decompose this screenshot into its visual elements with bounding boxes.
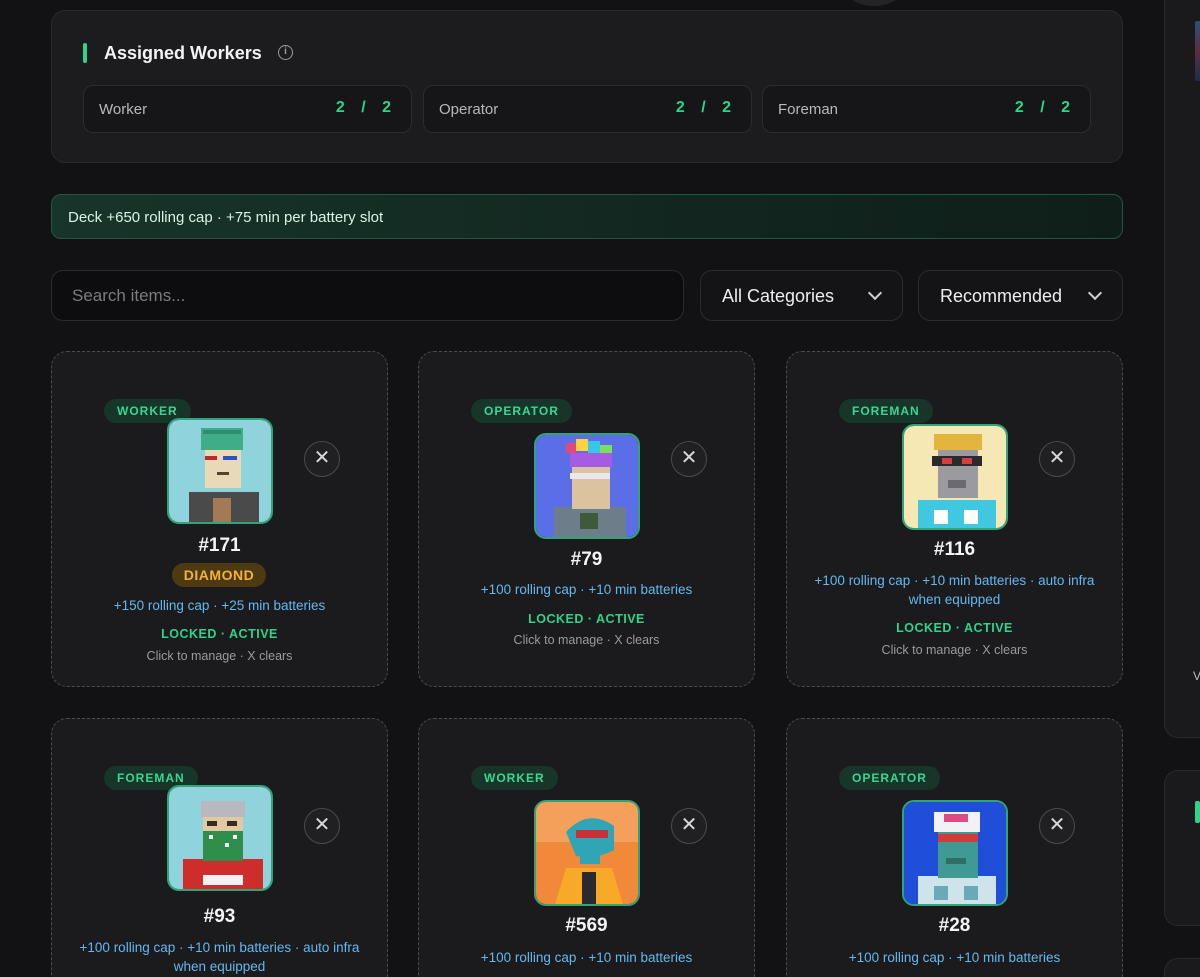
panel-title: Assigned Workers xyxy=(104,43,262,63)
card-status: LOCKED · ACTIVE xyxy=(161,627,278,641)
card-bonus: +100 rolling cap · +10 min batteries · a… xyxy=(814,573,1095,607)
card-hint: Click to manage · X clears xyxy=(146,649,293,663)
nft-avatar xyxy=(902,800,1008,906)
nft-avatar xyxy=(167,418,273,524)
role-name: Foreman xyxy=(778,101,839,118)
worker-card[interactable]: WORKER ✕ #171 DIAMOND +150 rolling cap ·… xyxy=(51,351,388,687)
role-badge: OPERATOR xyxy=(471,399,572,423)
nft-avatar xyxy=(534,800,640,906)
card-hint: Click to manage · X clears xyxy=(513,633,660,647)
card-status: LOCKED · ACTIVE xyxy=(528,612,645,626)
card-bonus: +150 rolling cap · +25 min batteries xyxy=(113,598,326,613)
profile-avatar-edge[interactable] xyxy=(842,0,906,6)
section-accent-bar xyxy=(83,43,87,63)
role-slot-foreman: Foreman 2 / 2 xyxy=(762,85,1091,133)
main-content: Assigned Workers i Worker 2 / 2 Operator… xyxy=(0,0,1160,977)
card-bonus: +100 rolling cap · +10 min batteries xyxy=(480,582,693,597)
role-badge: OPERATOR xyxy=(839,766,940,790)
role-count: 2 / 2 xyxy=(335,99,397,116)
role-badge: WORKER xyxy=(471,766,558,790)
card-id: #93 xyxy=(203,906,236,927)
close-icon[interactable]: ✕ xyxy=(304,441,340,477)
side-panel-image xyxy=(1195,21,1200,81)
card-id: #116 xyxy=(933,539,976,560)
card-id: #171 xyxy=(198,535,241,556)
deck-bonus-banner: Deck +650 rolling cap · +75 min per batt… xyxy=(51,194,1123,239)
role-badge: FOREMAN xyxy=(839,399,933,423)
category-dropdown[interactable]: All Categories xyxy=(700,270,903,321)
worker-card[interactable]: WORKER ✕ #569 +100 rolling cap · +10 min… xyxy=(418,718,755,977)
chevron-down-icon xyxy=(867,285,883,301)
dropdown-label: Recommended xyxy=(940,286,1063,306)
card-id: #79 xyxy=(570,549,603,570)
role-count: 2 / 2 xyxy=(1014,99,1076,116)
worker-card[interactable]: FOREMAN ✕ #116 +100 rolling cap · +10 mi… xyxy=(786,351,1123,687)
card-status: LOCKED · ACTIVE xyxy=(896,621,1013,635)
chevron-down-icon xyxy=(1087,285,1103,301)
worker-card[interactable]: FOREMAN ✕ #93 +100 rolling cap · +10 min… xyxy=(51,718,388,977)
worker-card[interactable]: OPERATOR ✕ #79 +100 rolling cap · +10 mi… xyxy=(418,351,755,687)
close-icon[interactable]: ✕ xyxy=(304,808,340,844)
info-icon[interactable]: i xyxy=(278,45,293,60)
sort-dropdown[interactable]: Recommended xyxy=(918,270,1123,321)
worker-card[interactable]: OPERATOR ✕ #28 +100 rolling cap · +10 mi… xyxy=(786,718,1123,977)
close-icon[interactable]: ✕ xyxy=(671,441,707,477)
nft-avatar xyxy=(534,433,640,539)
card-id: #28 xyxy=(938,915,971,936)
nft-avatar xyxy=(902,424,1008,530)
section-accent-bar xyxy=(1195,801,1200,823)
close-icon[interactable]: ✕ xyxy=(1039,808,1075,844)
card-hint: Click to manage · X clears xyxy=(881,643,1028,657)
role-name: Operator xyxy=(439,101,499,118)
role-name: Worker xyxy=(99,101,148,118)
side-panel xyxy=(1164,770,1200,926)
assigned-workers-panel: Assigned Workers i Worker 2 / 2 Operator… xyxy=(51,10,1123,163)
rarity-badge: DIAMOND xyxy=(172,563,266,587)
card-bonus: +100 rolling cap · +10 min batteries xyxy=(480,950,693,965)
search-input[interactable] xyxy=(51,270,684,321)
side-panel: V xyxy=(1164,0,1200,738)
role-slot-worker: Worker 2 / 2 xyxy=(83,85,412,133)
card-bonus: +100 rolling cap · +10 min batteries · a… xyxy=(79,940,360,974)
card-bonus: +100 rolling cap · +10 min batteries xyxy=(848,950,1061,965)
side-panel-text: V xyxy=(1193,669,1200,683)
side-panel xyxy=(1164,958,1200,977)
card-id: #569 xyxy=(565,915,608,936)
nft-avatar xyxy=(167,785,273,891)
dropdown-label: All Categories xyxy=(722,286,835,306)
close-icon[interactable]: ✕ xyxy=(1039,441,1075,477)
banner-text: Deck +650 rolling cap · +75 min per batt… xyxy=(68,209,384,226)
close-icon[interactable]: ✕ xyxy=(671,808,707,844)
role-slot-operator: Operator 2 / 2 xyxy=(423,85,752,133)
role-count: 2 / 2 xyxy=(675,99,737,116)
